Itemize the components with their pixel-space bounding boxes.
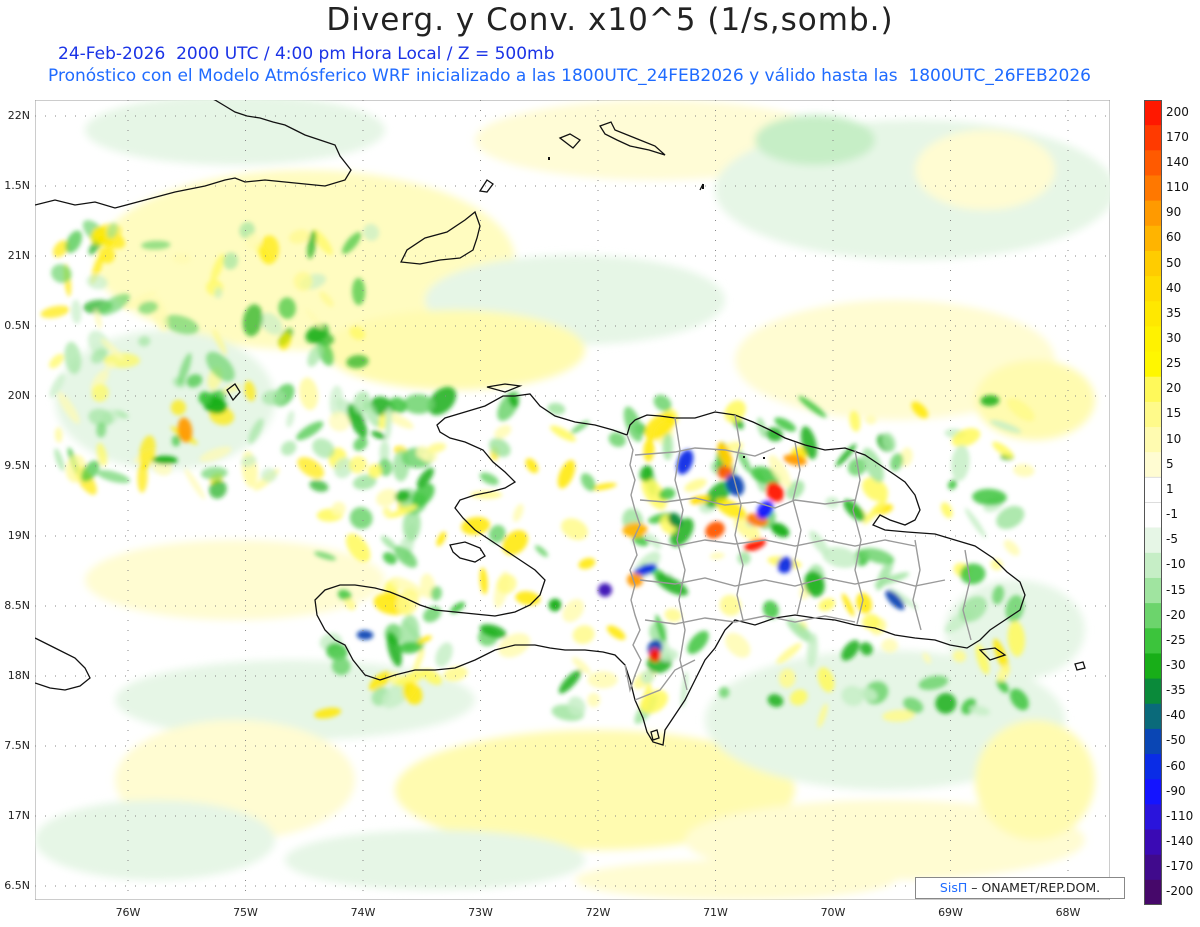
colorbar-label: 35 (1166, 305, 1182, 320)
colorbar-label: -10 (1166, 557, 1186, 572)
colorbar-label: -50 (1166, 733, 1186, 748)
credit-brand: SisΠ (939, 880, 968, 895)
colorbar-swatch (1144, 301, 1162, 327)
colorbar-label: -170 (1166, 859, 1194, 874)
colorbar-label: -1 (1166, 507, 1178, 522)
colorbar-swatch (1144, 678, 1162, 705)
colorbar-swatch (1144, 703, 1162, 730)
colorbar-swatch (1144, 427, 1162, 453)
colorbar-label: 20 (1166, 381, 1182, 396)
field-blob (865, 414, 877, 425)
colorbar-label: 110 (1166, 180, 1189, 195)
colorbar-swatch (1144, 779, 1162, 805)
colorbar-swatch (1144, 175, 1162, 202)
lon-label: 71W (703, 906, 728, 919)
field-blob (662, 432, 673, 461)
lat-label: 21N (7, 249, 30, 262)
lat-label: 22N (7, 109, 30, 122)
lat-label: 7.5N (4, 739, 30, 752)
colorbar-swatch (1144, 628, 1162, 654)
colorbar-swatch (1144, 552, 1162, 579)
lon-label: 74W (350, 906, 376, 919)
lon-label: 76W (115, 906, 141, 919)
lat-label: 20N (7, 389, 30, 402)
colorbar-label: -40 (1166, 708, 1186, 723)
lon-label: 68W (1055, 906, 1081, 919)
lat-label: 0.5N (4, 319, 30, 332)
colorbar-label: 40 (1166, 280, 1182, 295)
colorbar-swatch (1144, 351, 1162, 378)
colorbar-label: 200 (1166, 104, 1189, 119)
colorbar-label: 25 (1166, 356, 1182, 371)
colorbar-label: 140 (1166, 154, 1189, 169)
colorbar-label: -5 (1166, 532, 1178, 547)
colorbar-swatch (1144, 326, 1162, 353)
colorbar-label: 10 (1166, 431, 1182, 446)
divergence-map (35, 100, 1110, 900)
lon-label: 69W (938, 906, 963, 919)
colorbar-swatch (1144, 276, 1162, 302)
colorbar-swatch (1144, 150, 1162, 176)
colorbar-label: -90 (1166, 783, 1186, 798)
lon-label: 75W (233, 906, 258, 919)
colorbar-label: -140 (1166, 834, 1194, 849)
colorbar-swatch (1144, 376, 1162, 403)
colorbar-label: 1 (1166, 481, 1174, 496)
colorbar-swatch (1144, 225, 1162, 252)
forecast-time: 24-Feb-2026 2000 UTC / 4:00 pm Hora Loca… (58, 44, 555, 64)
credit-text: – ONAMET/REP.DOM. (971, 880, 1101, 895)
colorbar-swatch (1144, 401, 1162, 428)
lon-label: 70W (820, 906, 846, 919)
colorbar-label: 15 (1166, 406, 1182, 421)
colorbar-swatch (1144, 804, 1162, 831)
lat-label: 6.5N (4, 879, 30, 892)
field-blob (587, 692, 601, 708)
colorbar-swatch (1144, 854, 1162, 881)
colorbar-label: -30 (1166, 658, 1186, 673)
colorbar-label: -15 (1166, 582, 1186, 597)
colorbar (1144, 100, 1162, 905)
credit-box: SisΠ – ONAMET/REP.DOM. (915, 877, 1125, 899)
colorbar-label: 170 (1166, 129, 1189, 144)
colorbar-swatch (1144, 502, 1162, 529)
colorbar-swatch (1144, 879, 1162, 905)
lon-label: 72W (585, 906, 611, 919)
colorbar-label: 90 (1166, 205, 1182, 220)
lat-label: 9.5N (4, 459, 30, 472)
colorbar-label: -60 (1166, 758, 1186, 773)
colorbar-label: 60 (1166, 230, 1182, 245)
colorbar-swatch (1144, 476, 1162, 504)
chart-title: Diverg. y Conv. x10^5 (1/s,somb.) (326, 2, 894, 38)
colorbar-label: -200 (1166, 884, 1194, 899)
colorbar-label: 5 (1166, 456, 1174, 471)
colorbar-label: 30 (1166, 330, 1182, 345)
colorbar-swatch (1144, 125, 1162, 151)
lat-label: 1.5N (4, 179, 30, 192)
colorbar-label: -20 (1166, 607, 1186, 622)
colorbar-swatch (1144, 829, 1162, 856)
lon-label: 73W (468, 906, 493, 919)
lat-label: 17N (7, 809, 30, 822)
colorbar-label: -110 (1166, 808, 1194, 823)
colorbar-swatch (1144, 100, 1162, 126)
colorbar-swatch (1144, 754, 1162, 780)
colorbar-swatch (1144, 527, 1162, 554)
colorbar-swatch (1144, 250, 1162, 277)
colorbar-label: 50 (1166, 255, 1182, 270)
colorbar-label: -25 (1166, 632, 1186, 647)
colorbar-swatch (1144, 452, 1162, 478)
model-description: Pronóstico con el Modelo Atmósferico WRF… (48, 66, 1091, 86)
colorbar-swatch (1144, 653, 1162, 680)
colorbar-label: -35 (1166, 683, 1186, 698)
colorbar-swatch (1144, 200, 1162, 227)
colorbar-swatch (1144, 603, 1162, 629)
colorbar-swatch (1144, 728, 1162, 755)
lat-label: 8.5N (4, 599, 30, 612)
lat-label: 19N (7, 529, 30, 542)
field-blob (598, 583, 612, 597)
lat-label: 18N (7, 669, 30, 682)
colorbar-swatch (1144, 577, 1162, 604)
field-blob (587, 671, 618, 689)
